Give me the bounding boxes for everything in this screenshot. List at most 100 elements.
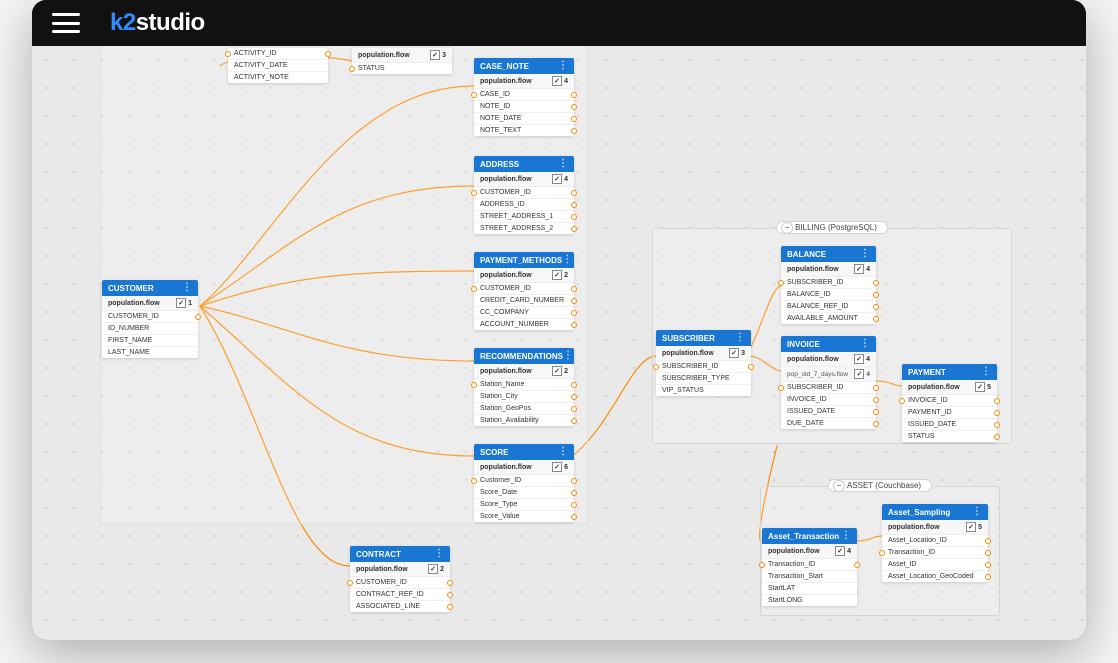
field: ADDRESS_ID xyxy=(474,199,574,211)
kebab-icon[interactable]: ⋮ xyxy=(841,531,851,541)
field: ID_NUMBER xyxy=(102,323,198,335)
entity-header[interactable]: SUBSCRIBER⋮ xyxy=(656,330,751,346)
entity-header[interactable]: CONTRACT⋮ xyxy=(350,546,450,562)
field: BALANCE_ID xyxy=(781,289,876,301)
kebab-icon[interactable]: ⋮ xyxy=(860,249,870,259)
field: CUSTOMER_ID xyxy=(350,577,450,589)
kebab-icon[interactable]: ⋮ xyxy=(558,61,568,71)
field: StartLONG xyxy=(762,595,857,606)
field: StartLAT xyxy=(762,583,857,595)
entity-sub: population.flow3 xyxy=(656,346,751,361)
entity-header[interactable]: CUSTOMER⋮ xyxy=(102,280,198,296)
kebab-icon[interactable]: ⋮ xyxy=(563,351,573,361)
entity-recommendations[interactable]: RECOMMENDATIONS⋮ population.flow2 Statio… xyxy=(474,348,574,426)
kebab-icon[interactable]: ⋮ xyxy=(558,159,568,169)
kebab-icon[interactable]: ⋮ xyxy=(182,283,192,293)
entity-sub: population.flow2 xyxy=(350,562,450,577)
entity-header[interactable]: RECOMMENDATIONS⋮ xyxy=(474,348,574,364)
entity-header[interactable]: SCORE⋮ xyxy=(474,444,574,460)
field: SUBSCRIBER_TYPE xyxy=(656,373,751,385)
entity-customer[interactable]: CUSTOMER⋮ population.flow1 CUSTOMER_ID I… xyxy=(102,280,198,358)
field: SUBSCRIBER_ID xyxy=(781,382,876,394)
field: Customer_ID xyxy=(474,475,574,487)
field: ISSUED_DATE xyxy=(781,406,876,418)
entity-header[interactable]: PAYMENT⋮ xyxy=(902,364,997,380)
field: Score_Type xyxy=(474,499,574,511)
field: ACCOUNT_NUMBER xyxy=(474,319,574,330)
zone-label-asset: ASSET (Couchbase) xyxy=(828,479,932,492)
entity-sub: population.flow4 xyxy=(474,172,574,187)
field: ISSUED_DATE xyxy=(902,419,997,431)
field: Station_Name xyxy=(474,379,574,391)
entity-payment[interactable]: PAYMENT⋮ population.flow5 INVOICE_ID PAY… xyxy=(902,364,997,442)
field: Transaction_Start xyxy=(762,571,857,583)
entity-header[interactable]: PAYMENT_METHODS⋮ xyxy=(474,252,574,268)
entity-case-note[interactable]: CASE_NOTE⋮ population.flow4 CASE_ID NOTE… xyxy=(474,58,574,136)
field: Asset_Location_ID xyxy=(882,535,988,547)
field: SUBSCRIBER_ID xyxy=(781,277,876,289)
entity-subscriber[interactable]: SUBSCRIBER⋮ population.flow3 SUBSCRIBER_… xyxy=(656,330,751,396)
entity-sub: population.flow4 xyxy=(781,352,876,367)
field: DUE_DATE xyxy=(781,418,876,429)
entity-sub: population.flow4 xyxy=(781,262,876,277)
entity-asset-transaction[interactable]: Asset_Transaction⋮ population.flow4 Tran… xyxy=(762,528,857,606)
field: ACTIVITY_DATE xyxy=(228,60,328,72)
entity-header[interactable]: CASE_NOTE⋮ xyxy=(474,58,574,74)
entity-payment-methods[interactable]: PAYMENT_METHODS⋮ population.flow2 CUSTOM… xyxy=(474,252,574,330)
entity-header[interactable]: Asset_Transaction⋮ xyxy=(762,528,857,544)
kebab-icon[interactable]: ⋮ xyxy=(562,255,572,265)
entity-sub: population.flow4 xyxy=(474,74,574,89)
field: Station_Availability xyxy=(474,415,574,426)
kebab-icon[interactable]: ⋮ xyxy=(558,447,568,457)
entity-status[interactable]: population.flow3 STATUS xyxy=(352,48,452,74)
entity-sub: population.flow6 xyxy=(474,460,574,475)
field: Transaction_ID xyxy=(762,559,857,571)
field: STREET_ADDRESS_2 xyxy=(474,223,574,234)
entity-invoice[interactable]: INVOICE⋮ population.flow4 pop_old_7_days… xyxy=(781,336,876,429)
field: BALANCE_REF_ID xyxy=(781,301,876,313)
field: VIP_STATUS xyxy=(656,385,751,396)
field: CONTRACT_REF_ID xyxy=(350,589,450,601)
field: INVOICE_ID xyxy=(781,394,876,406)
topbar: k2studio xyxy=(32,0,1086,46)
field: INVOICE_ID xyxy=(902,395,997,407)
field: STREET_ADDRESS_1 xyxy=(474,211,574,223)
kebab-icon[interactable]: ⋮ xyxy=(981,367,991,377)
field: CC_COMPANY xyxy=(474,307,574,319)
entity-sub-secondary: pop_old_7_days.flow4 xyxy=(781,367,876,382)
field: LAST_NAME xyxy=(102,347,198,358)
entity-asset-sampling[interactable]: Asset_Sampling⋮ population.flow5 Asset_L… xyxy=(882,504,988,582)
field: FIRST_NAME xyxy=(102,335,198,347)
field: Station_City xyxy=(474,391,574,403)
entity-score[interactable]: SCORE⋮ population.flow6 Customer_ID Scor… xyxy=(474,444,574,522)
entity-header[interactable]: BALANCE⋮ xyxy=(781,246,876,262)
field: NOTE_DATE xyxy=(474,113,574,125)
field: SUBSCRIBER_ID xyxy=(656,361,751,373)
kebab-icon[interactable]: ⋮ xyxy=(860,339,870,349)
kebab-icon[interactable]: ⋮ xyxy=(735,333,745,343)
app-logo: k2studio xyxy=(110,9,205,37)
field: Transaction_ID xyxy=(882,547,988,559)
field: ACTIVITY_NOTE xyxy=(228,72,328,83)
entity-sub: population.flow4 xyxy=(762,544,857,559)
zone-label-billing: BILLING (PostgreSQL) xyxy=(776,221,888,234)
entity-address[interactable]: ADDRESS⋮ population.flow4 CUSTOMER_ID AD… xyxy=(474,156,574,234)
kebab-icon[interactable]: ⋮ xyxy=(434,549,444,559)
entity-activity[interactable]: ACTIVITY_ID ACTIVITY_DATE ACTIVITY_NOTE xyxy=(228,48,328,83)
entity-header[interactable]: Asset_Sampling⋮ xyxy=(882,504,988,520)
diagram-canvas[interactable]: BILLING (PostgreSQL) ASSET (Couchbase) C… xyxy=(32,46,1086,640)
entity-sub: population.flow5 xyxy=(902,380,997,395)
menu-icon[interactable] xyxy=(52,13,80,33)
entity-header[interactable]: INVOICE⋮ xyxy=(781,336,876,352)
app-frame: k2studio BILL xyxy=(32,0,1086,640)
entity-sub: population.flow5 xyxy=(882,520,988,535)
field: AVAILABLE_AMOUNT xyxy=(781,313,876,324)
field: Station_GeoPos xyxy=(474,403,574,415)
field: CUSTOMER_ID xyxy=(474,283,574,295)
entity-balance[interactable]: BALANCE⋮ population.flow4 SUBSCRIBER_ID … xyxy=(781,246,876,324)
entity-contract[interactable]: CONTRACT⋮ population.flow2 CUSTOMER_ID C… xyxy=(350,546,450,612)
kebab-icon[interactable]: ⋮ xyxy=(972,507,982,517)
entity-sub: population.flow1 xyxy=(102,296,198,311)
field: NOTE_TEXT xyxy=(474,125,574,136)
entity-header[interactable]: ADDRESS⋮ xyxy=(474,156,574,172)
